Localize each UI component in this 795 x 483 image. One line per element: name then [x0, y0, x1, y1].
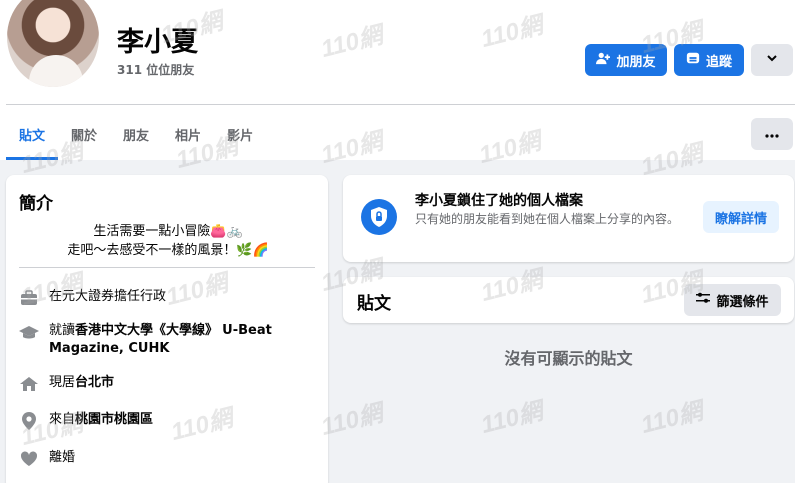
from-row: 來自桃園市桃園區 — [19, 411, 309, 431]
school-link[interactable]: 香港中文大學《大學線》 — [75, 323, 218, 338]
profile-name: 李小夏 — [117, 27, 198, 58]
locked-title: 李小夏鎖住了她的個人檔案 — [415, 193, 583, 209]
briefcase-icon — [19, 288, 39, 308]
more-actions-button[interactable] — [751, 44, 793, 76]
tab-videos[interactable]: 影片 — [214, 117, 266, 160]
tab-friends[interactable]: 朋友 — [110, 117, 162, 160]
watermark: 110網 — [638, 397, 706, 440]
bio-divider — [19, 267, 315, 268]
profile-tabs: 貼文 關於 朋友 相片 影片 — [6, 117, 266, 160]
lives-row: 現居台北市 — [19, 374, 309, 394]
intro-title: 簡介 — [19, 194, 53, 214]
add-friend-button[interactable]: 加朋友 — [585, 44, 667, 76]
intro-card: 簡介 生活需要一點小冒險👛🚲 走吧～去感受不一樣的風景！🌿🌈 在元大證券擔任行政… — [6, 175, 328, 483]
shield-lock-icon — [361, 199, 397, 235]
bio-line: 走吧～去感受不一樣的風景！🌿🌈 — [67, 243, 269, 258]
education-row: 就讀香港中文大學《大學線》 U-Beat Magazine, CUHK — [19, 322, 309, 358]
friends-count[interactable]: 311 位位朋友 — [117, 61, 194, 78]
avatar[interactable] — [7, 0, 99, 87]
tab-photos[interactable]: 相片 — [162, 117, 214, 160]
no-posts-message: 沒有可顯示的貼文 — [504, 349, 633, 368]
watermark: 110網 — [478, 397, 546, 440]
chevron-down-icon — [766, 52, 778, 68]
add-person-icon — [596, 51, 611, 69]
tabs-more-button[interactable] — [751, 118, 793, 150]
follow-icon — [686, 51, 700, 69]
locked-profile-card: 李小夏鎖住了她的個人檔案 只有她的朋友能看到她在個人檔案上分享的內容。 瞭解詳情 — [343, 175, 794, 262]
filter-sliders-icon — [696, 292, 711, 308]
posts-card: 貼文 篩選條件 — [343, 277, 794, 323]
location-pin-icon — [19, 411, 39, 431]
locked-description: 只有她的朋友能看到她在個人檔案上分享的內容。 — [415, 212, 680, 226]
bio-line: 生活需要一點小冒險👛🚲 — [93, 224, 243, 239]
filter-button[interactable]: 篩選條件 — [684, 284, 781, 316]
tab-about[interactable]: 關於 — [58, 117, 110, 160]
tab-posts[interactable]: 貼文 — [6, 117, 59, 160]
work-text: 在元大證券擔任行政 — [49, 289, 167, 304]
bio: 生活需要一點小冒險👛🚲 走吧～去感受不一樣的風景！🌿🌈 — [16, 222, 320, 260]
home-icon — [19, 374, 39, 394]
more-dots-icon — [765, 127, 779, 142]
follow-button[interactable]: 追蹤 — [674, 44, 744, 76]
profile-header: 李小夏 311 位位朋友 加朋友 追蹤 貼文 關於 朋友 相片 影片 — [0, 0, 795, 160]
relationship-text: 離婚 — [49, 450, 76, 465]
learn-more-button[interactable]: 瞭解詳情 — [703, 201, 779, 233]
work-row: 在元大證券擔任行政 — [19, 288, 309, 308]
posts-title: 貼文 — [357, 294, 391, 314]
current-city-link[interactable]: 台北市 — [75, 375, 114, 390]
hometown-link[interactable]: 桃園市桃園區 — [75, 412, 153, 427]
relationship-row: 離婚 — [19, 449, 309, 469]
graduation-cap-icon — [19, 322, 39, 342]
heart-icon — [19, 449, 39, 469]
header-divider — [6, 104, 795, 105]
